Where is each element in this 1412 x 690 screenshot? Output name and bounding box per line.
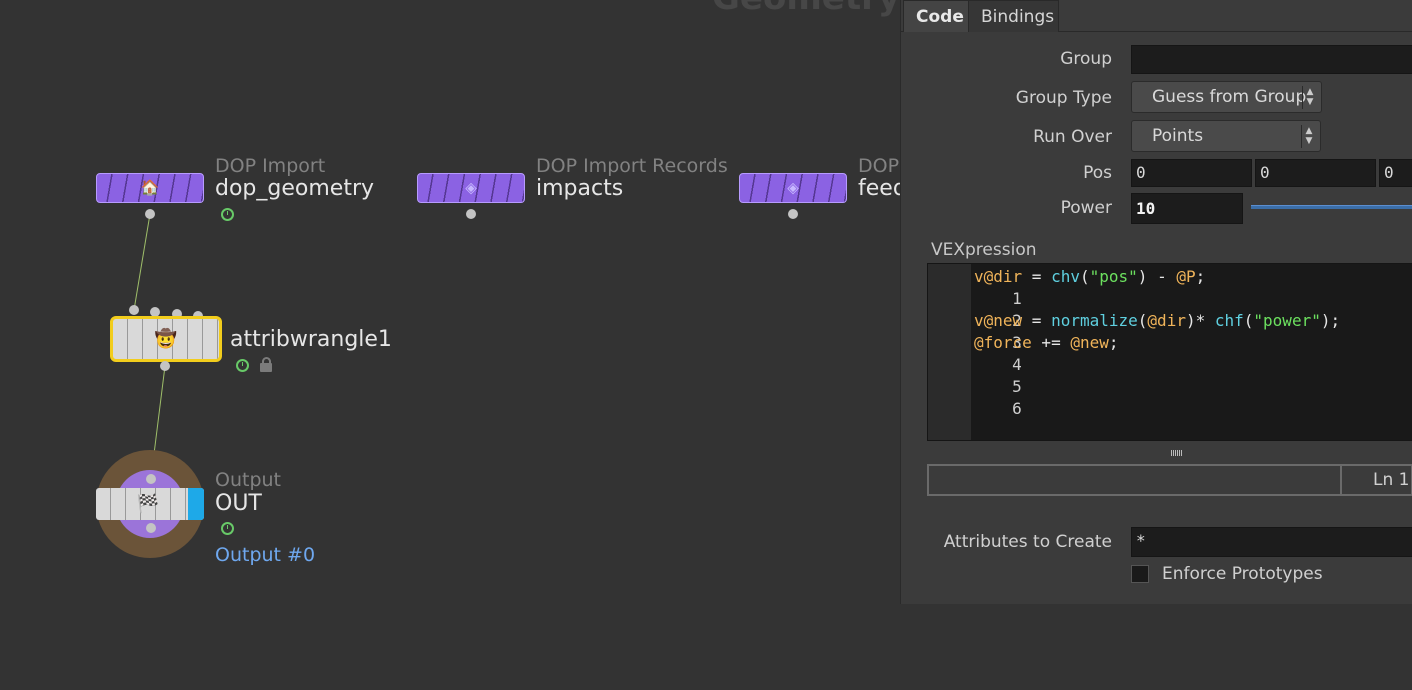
- attributes-to-create-label: Attributes to Create: [943, 532, 1112, 552]
- node-name[interactable]: dop_geometry: [215, 176, 374, 201]
- code-text: v@new = normalize(@dir)* chf("power");: [974, 311, 1341, 330]
- node-type-label: DOP: [858, 155, 900, 177]
- node-type-label: DOP Import: [215, 155, 326, 177]
- time-dependent-icon: [221, 208, 234, 221]
- panel-empty-area: [900, 604, 1412, 690]
- node-dop-geometry-body[interactable]: 🏠: [96, 173, 204, 203]
- group-type-value: Guess from Group: [1152, 87, 1307, 107]
- display-flag[interactable]: [188, 488, 204, 520]
- tab-bindings[interactable]: Bindings: [968, 0, 1059, 32]
- group-type-label: Group Type: [1015, 88, 1112, 108]
- tab-code[interactable]: Code: [903, 0, 969, 32]
- dop-import-icon: 🏠: [140, 178, 160, 197]
- node-impacts-body[interactable]: ◈: [417, 173, 525, 203]
- node-type-label: Output: [215, 469, 281, 491]
- node-name[interactable]: impacts: [536, 176, 623, 201]
- run-over-select[interactable]: Points ▲ ▼: [1131, 120, 1321, 152]
- power-slider[interactable]: [1251, 205, 1412, 209]
- run-over-value: Points: [1152, 126, 1204, 146]
- editor-statusbar: Ln 1: [927, 464, 1412, 496]
- attributes-to-create-field[interactable]: *: [1131, 527, 1412, 557]
- group-field[interactable]: [1131, 45, 1412, 74]
- output-port[interactable]: [160, 361, 170, 371]
- node-feed-body[interactable]: ◈: [739, 173, 847, 203]
- line-indicator: Ln 1: [1373, 470, 1410, 490]
- dop-import-records-icon: ◈: [787, 178, 799, 197]
- parameter-tabbar: Code Bindings: [901, 0, 1412, 32]
- code-line: 6: [928, 376, 1022, 418]
- pos-x-field[interactable]: 0: [1131, 159, 1252, 187]
- output-port[interactable]: [466, 209, 476, 219]
- code-line: 5: [928, 354, 1022, 396]
- checkered-flag-icon: 🏁: [136, 493, 160, 515]
- code-line: 4 @force += @new;: [928, 332, 1119, 374]
- updown-arrows-icon: ▲ ▼: [1301, 125, 1316, 148]
- node-attribwrangle1-body[interactable]: 🤠: [110, 316, 222, 362]
- dop-import-records-icon: ◈: [465, 178, 477, 197]
- group-label: Group: [1060, 49, 1112, 69]
- code-text: v@dir = chv("pos") - @P;: [974, 267, 1206, 286]
- editor-resize-handle[interactable]: [927, 441, 1412, 463]
- code-line: 3 v@new = normalize(@dir)* chf("power");: [928, 310, 1340, 352]
- node-type-label: DOP Import Records: [536, 155, 728, 177]
- code-line: 2: [928, 288, 1022, 330]
- node-name[interactable]: OUT: [215, 491, 262, 516]
- network-editor[interactable]: Geometry 🏠 DOP Import dop_geometry ◈ DOP…: [0, 0, 900, 690]
- code-text: @force += @new;: [974, 333, 1119, 352]
- parameter-panel: Code Bindings Group Group Type Guess fro…: [900, 0, 1412, 604]
- lock-icon[interactable]: [260, 357, 272, 372]
- pos-y-field[interactable]: 0: [1255, 159, 1376, 187]
- pos-label: Pos: [1083, 163, 1112, 183]
- power-field[interactable]: 10: [1131, 193, 1243, 224]
- code-line: 1 v@dir = chv("pos") - @P;: [928, 266, 1205, 308]
- enforce-prototypes-checkbox[interactable]: [1131, 565, 1149, 583]
- output-port[interactable]: [146, 523, 156, 533]
- time-dependent-icon: [221, 522, 234, 535]
- node-name[interactable]: attribwrangle1: [230, 327, 392, 352]
- node-name[interactable]: feed: [858, 176, 900, 201]
- line-number: 6: [1012, 399, 1022, 418]
- enforce-prototypes-label: Enforce Prototypes: [1162, 564, 1323, 584]
- input-port[interactable]: [129, 305, 139, 315]
- output-index-label: Output #0: [215, 544, 316, 566]
- vexpression-label: VEXpression: [931, 240, 1037, 260]
- wire-dop-geometry-to-wrangle: [133, 213, 151, 311]
- output-port[interactable]: [788, 209, 798, 219]
- pos-z-field[interactable]: 0: [1379, 159, 1412, 187]
- time-dependent-icon: [236, 359, 249, 372]
- vex-code-editor[interactable]: 1 v@dir = chv("pos") - @P; 2 3 v@new = n…: [927, 263, 1412, 441]
- wrangle-icon: 🤠: [154, 328, 178, 350]
- run-over-label: Run Over: [1033, 127, 1112, 147]
- grip-icon: [1171, 450, 1183, 456]
- input-port[interactable]: [146, 474, 156, 484]
- updown-arrows-icon: ▲ ▼: [1302, 86, 1317, 109]
- group-type-select[interactable]: Guess from Group ▲ ▼: [1131, 81, 1322, 113]
- power-label: Power: [1060, 198, 1112, 218]
- output-port[interactable]: [145, 209, 155, 219]
